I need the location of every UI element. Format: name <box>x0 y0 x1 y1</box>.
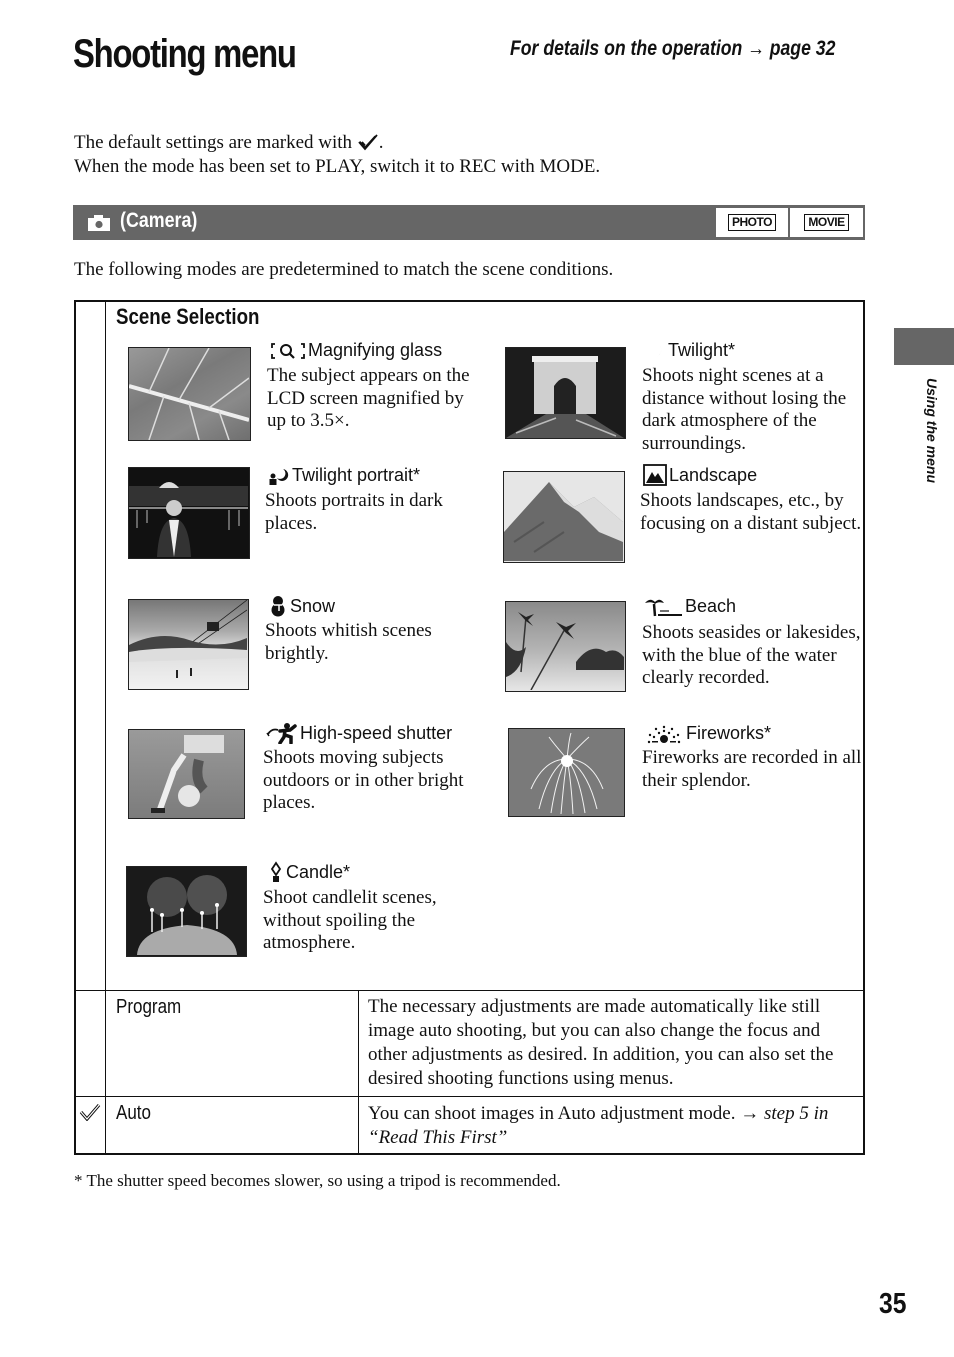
scene-name-text: Snow <box>290 595 336 616</box>
magnifying-glass-icon <box>271 342 305 359</box>
default-check-icon <box>358 134 378 151</box>
default-check-icon <box>79 1103 101 1121</box>
camera-icon <box>88 215 110 231</box>
scene-name-text: Beach <box>685 596 737 616</box>
mode-photo-label: PHOTO <box>728 214 776 231</box>
modes-table: Scene Selection Magnifying glass The sub… <box>74 300 865 1155</box>
scene-name: Snow <box>268 595 335 617</box>
scene-thumbnail <box>503 471 625 563</box>
scene-name-text: Twilight portrait* <box>292 465 421 485</box>
scene-name: High-speed shutter <box>266 722 452 744</box>
scene-description: Shoots seasides or lakesides, with the b… <box>642 622 861 688</box>
fireworks-icon <box>647 725 681 743</box>
scene-description: Shoots night scenes at a distance withou… <box>642 365 847 454</box>
scene-thumbnail <box>128 729 245 819</box>
side-index-tab[interactable] <box>894 328 954 365</box>
snow-icon <box>271 596 285 617</box>
scene-name-text: Twilight* <box>668 340 736 360</box>
column-divider <box>358 990 359 1153</box>
scene-description: Shoot candlelit scenes, without spoiling… <box>263 887 437 953</box>
page-title: Shooting menu <box>73 32 297 76</box>
scene-name-text: Magnifying glass <box>308 340 443 360</box>
twilight-portrait-icon <box>269 468 289 485</box>
scene-name: Twilight portrait* <box>268 465 420 486</box>
column-divider <box>105 302 106 1153</box>
scene-name-text: Candle* <box>286 861 351 882</box>
candle-icon <box>270 861 282 882</box>
mode-movie-badge: MOVIE <box>790 208 863 237</box>
scene-name: Candle* <box>268 861 350 883</box>
scene-thumbnail <box>128 467 250 559</box>
row-label: Auto <box>116 1102 151 1124</box>
intro-default-text: The default settings are marked with <box>74 132 353 153</box>
operation-reference-link[interactable]: For details on the operation → page 32 <box>510 37 835 61</box>
scene-description: Shoots portraits in dark places. <box>265 490 443 534</box>
row-description: You can shoot images in Auto adjustment … <box>368 1102 858 1150</box>
beach-icon <box>645 599 682 616</box>
page-number: 35 <box>879 1288 907 1320</box>
scene-thumbnail <box>505 601 626 692</box>
intro-period: . <box>378 132 384 153</box>
scene-name-text: Fireworks* <box>686 723 772 743</box>
side-index-label: Using the menu <box>924 378 940 484</box>
scene-thumbnail <box>128 347 251 441</box>
scene-name: Fireworks* <box>646 723 771 744</box>
mode-movie-label: MOVIE <box>804 214 849 231</box>
scene-thumbnail <box>508 728 625 817</box>
scene-name-text: High-speed shutter <box>300 722 453 743</box>
landscape-icon <box>643 464 667 486</box>
high-speed-shutter-icon <box>266 723 297 744</box>
scene-name-text: Landscape <box>669 464 758 485</box>
lead-text: The following modes are predetermined to… <box>74 259 614 280</box>
scene-selection-heading: Scene Selection <box>116 304 260 329</box>
scene-name: Landscape <box>643 464 757 486</box>
camera-section-bar: (Camera) PHOTO MOVIE <box>73 205 865 240</box>
scene-description: Shoots landscapes, etc., by focusing on … <box>640 490 862 534</box>
scene-thumbnail <box>505 347 626 439</box>
scene-name: Magnifying glass <box>270 340 442 361</box>
scene-description: Shoots whitish scenes brightly. <box>265 620 432 664</box>
footnote: * The shutter speed becomes slower, so u… <box>74 1171 561 1190</box>
twilight-icon <box>648 342 662 358</box>
scene-description: The subject appears on the LCD screen ma… <box>267 365 470 431</box>
scene-thumbnail <box>128 599 249 690</box>
intro-mode-line: When the mode has been set to PLAY, swit… <box>74 156 601 177</box>
section-title: (Camera) <box>120 209 198 232</box>
scene-description: Shoots moving subjects outdoors or in ot… <box>263 747 464 813</box>
intro-default-line: The default settings are marked with . <box>74 132 384 154</box>
row-divider <box>76 990 863 991</box>
row-description-text: You can shoot images in Auto adjustment … <box>368 1103 760 1124</box>
row-divider <box>76 1096 863 1097</box>
row-label: Program <box>116 996 182 1018</box>
mode-photo-badge: PHOTO <box>716 208 788 237</box>
row-description: The necessary adjustments are made autom… <box>368 996 834 1089</box>
scene-description: Fireworks are recorded in all their sple… <box>642 747 862 791</box>
scene-thumbnail <box>126 866 247 957</box>
scene-name: Beach <box>643 596 736 617</box>
scene-name: Twilight* <box>646 340 735 361</box>
